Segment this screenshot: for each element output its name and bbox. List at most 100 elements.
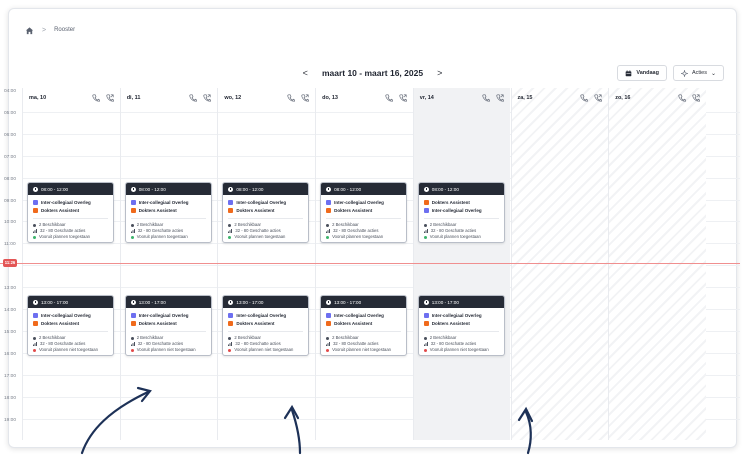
day-label: do, 13 bbox=[322, 95, 338, 101]
shift-time-header: 08:00 - 12:00 bbox=[321, 183, 407, 195]
time-label: 19:00 bbox=[4, 417, 17, 423]
phone-icon[interactable] bbox=[482, 94, 491, 102]
divider bbox=[33, 218, 108, 219]
day-column-3[interactable]: wo, 12 bbox=[217, 88, 315, 440]
divider bbox=[228, 218, 304, 219]
planning-text: Vooruit plannen niet toegestaan bbox=[234, 347, 294, 352]
clock-icon bbox=[423, 299, 429, 305]
phone-icon[interactable] bbox=[287, 94, 295, 102]
afternoon-shift-card[interactable]: 13:00 - 17:00 Inter-collegiaal Overleg Dok… bbox=[27, 295, 114, 356]
morning-shift-card[interactable]: 08:00 - 12:00 Inter-collegiaal Overleg Dok… bbox=[222, 182, 310, 243]
phone-icon[interactable] bbox=[92, 94, 100, 102]
afternoon-shift-card[interactable]: 13:00 - 17:00 Inter-collegiaal Overleg Dok… bbox=[222, 295, 310, 356]
purple-square-icon bbox=[326, 199, 332, 205]
red-dot-icon bbox=[228, 348, 232, 352]
divider bbox=[326, 331, 402, 332]
shift-time-header: 13:00 - 17:00 bbox=[223, 296, 309, 308]
planning-text: Vooruit plannen toegestaan bbox=[234, 234, 286, 239]
phone-forward-icon[interactable] bbox=[496, 94, 505, 102]
role-label: Dokters Assistent bbox=[431, 320, 470, 326]
shift-time: 13:00 - 17:00 bbox=[41, 299, 69, 305]
time-label: 13:00 bbox=[4, 286, 17, 292]
phone-forward-icon[interactable] bbox=[594, 94, 603, 102]
shift-time-header: 08:00 - 12:00 bbox=[223, 183, 309, 195]
planning-status: Vooruit plannen toegestaan bbox=[130, 234, 206, 240]
phone-icon[interactable] bbox=[385, 94, 393, 102]
day-column-2[interactable]: di, 11 bbox=[119, 88, 218, 440]
purple-square-icon bbox=[33, 312, 38, 318]
today-button[interactable]: Vandaag bbox=[617, 65, 667, 81]
orange-square-icon bbox=[326, 207, 332, 213]
morning-shift-card[interactable]: 08:00 - 12:00 Inter-collegiaal Overleg Dok… bbox=[320, 182, 408, 243]
day-column-5[interactable]: vr, 14 bbox=[412, 88, 511, 440]
day-column-7[interactable]: zo, 16 bbox=[608, 88, 706, 440]
role-label: Inter-collegiaal Overleg bbox=[334, 312, 384, 318]
phone-icon[interactable] bbox=[189, 94, 198, 102]
green-dot-icon bbox=[423, 235, 427, 239]
sparkle-icon bbox=[680, 69, 688, 77]
role-tag: Inter-collegiaal Overleg bbox=[33, 198, 108, 206]
day-header: ma, 10 bbox=[23, 88, 120, 108]
orange-square-icon bbox=[228, 207, 234, 213]
time-label: 18:00 bbox=[4, 395, 17, 401]
morning-shift-card[interactable]: 08:00 - 12:00 Inter-collegiaal Overleg Dok… bbox=[27, 182, 114, 243]
role-tag: Inter-collegiaal Overleg bbox=[326, 198, 401, 206]
day-label: ma, 10 bbox=[29, 95, 47, 101]
time-label: 10:00 bbox=[4, 220, 17, 226]
phone-icon[interactable] bbox=[580, 94, 589, 102]
person-icon bbox=[33, 223, 36, 227]
role-label: Inter-collegiaal Overleg bbox=[41, 312, 91, 318]
time-label: 05:00 bbox=[4, 110, 17, 116]
divider bbox=[130, 331, 206, 332]
purple-square-icon bbox=[423, 207, 429, 213]
shift-body: Dokters Assistent Inter-collegiaal Overle… bbox=[419, 195, 504, 242]
divider bbox=[326, 218, 402, 219]
phone-forward-icon[interactable] bbox=[203, 94, 212, 102]
phone-forward-icon[interactable] bbox=[301, 94, 309, 102]
planning-text: Vooruit plannen niet toegestaan bbox=[39, 347, 98, 352]
actions-button[interactable]: Acties ⌄ bbox=[672, 65, 724, 81]
afternoon-shift-card[interactable]: 13:00 - 17:00 Inter-collegiaal Overleg Dok… bbox=[417, 295, 505, 356]
orange-square-icon bbox=[130, 207, 136, 213]
role-label: Dokters Assistent bbox=[431, 199, 470, 205]
phone-icon[interactable] bbox=[678, 94, 686, 102]
breadcrumb: > Rooster bbox=[25, 23, 75, 37]
planning-text: Vooruit plannen niet toegestaan bbox=[136, 347, 196, 352]
red-dot-icon bbox=[130, 348, 134, 352]
day-column-6[interactable]: za, 15 bbox=[510, 88, 609, 440]
day-column-4[interactable]: do, 13 bbox=[315, 88, 413, 440]
clock-icon bbox=[228, 186, 234, 192]
chevron-down-icon: ⌄ bbox=[710, 70, 716, 77]
afternoon-shift-card[interactable]: 13:00 - 17:00 Inter-collegiaal Overleg Dok… bbox=[320, 295, 408, 356]
day-label: zo, 16 bbox=[615, 95, 631, 101]
planning-status: Vooruit plannen toegestaan bbox=[326, 234, 401, 240]
next-week-button[interactable]: > bbox=[433, 68, 446, 78]
role-label: Dokters Assistent bbox=[138, 207, 177, 213]
planning-text: Vooruit plannen toegestaan bbox=[136, 234, 188, 239]
breadcrumb-current[interactable]: Rooster bbox=[54, 27, 75, 33]
shift-time-header: 13:00 - 17:00 bbox=[125, 296, 211, 308]
bar-chart-icon bbox=[326, 229, 331, 233]
afternoon-shift-card[interactable]: 13:00 - 17:00 Inter-collegiaal Overleg Dok… bbox=[124, 295, 212, 356]
phone-forward-icon[interactable] bbox=[106, 94, 114, 102]
home-icon[interactable] bbox=[25, 26, 34, 35]
role-tag: Inter-collegiaal Overleg bbox=[326, 311, 401, 319]
role-tag: Inter-collegiaal Overleg bbox=[228, 198, 303, 206]
actions-button-label: Acties bbox=[691, 70, 707, 76]
orange-square-icon bbox=[130, 320, 136, 326]
prev-week-button[interactable]: < bbox=[299, 68, 312, 78]
role-tag: Dokters Assistent bbox=[228, 206, 303, 214]
morning-shift-card[interactable]: 08:00 - 12:00 Inter-collegiaal Overleg Dok… bbox=[124, 182, 212, 243]
role-label: Inter-collegiaal Overleg bbox=[431, 207, 482, 213]
green-dot-icon bbox=[33, 235, 36, 239]
phone-forward-icon[interactable] bbox=[399, 94, 407, 102]
day-column-1[interactable]: ma, 10 bbox=[22, 88, 120, 440]
planning-text: Vooruit plannen niet toegestaan bbox=[429, 347, 489, 352]
morning-shift-card[interactable]: 08:00 - 12:00 Dokters Assistent Inter-coll… bbox=[417, 182, 505, 243]
day-header: do, 13 bbox=[316, 88, 413, 108]
planning-text: Vooruit plannen toegestaan bbox=[429, 234, 481, 239]
phone-forward-icon[interactable] bbox=[692, 94, 700, 102]
calendar-grid: 04:00 05:00 06:00 07:00 08:00 09:00 10:00 11:00… bbox=[0, 88, 740, 440]
bar-chart-icon bbox=[130, 342, 135, 346]
role-tag: Inter-collegiaal Overleg bbox=[423, 206, 499, 214]
